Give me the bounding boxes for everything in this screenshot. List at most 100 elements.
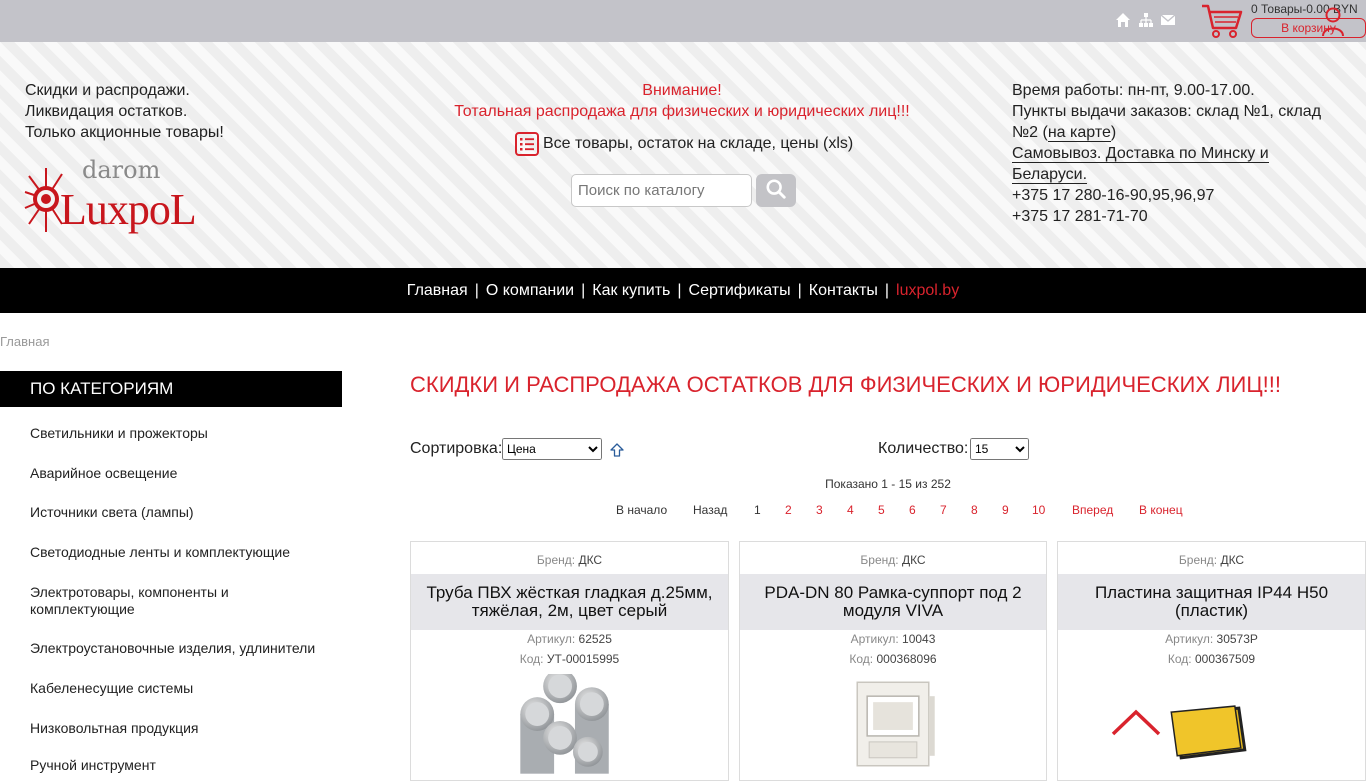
pager-first[interactable]: В начало <box>616 503 667 517</box>
product-card[interactable]: Бренд: ДКС PDA-DN 80 Рамка-суппорт под 2… <box>739 541 1047 781</box>
nav-certificates[interactable]: Сертификаты <box>682 282 798 300</box>
category-item[interactable]: Светильники и прожекторы <box>30 425 208 442</box>
user-icon[interactable] <box>1320 4 1346 38</box>
product-article: Артикул: 30573P <box>1058 632 1365 646</box>
nav-home[interactable]: Главная <box>400 282 475 300</box>
pager-page[interactable]: 7 <box>940 503 947 517</box>
code-value: 000367509 <box>1195 652 1256 666</box>
code-label: Код: <box>519 652 544 666</box>
pager-page[interactable]: 9 <box>1002 503 1009 517</box>
article-label: Артикул: <box>527 632 576 646</box>
product-article: Артикул: 10043 <box>740 632 1046 646</box>
contacts-block: Время работы: пн-пт, 9.00-17.00. Пункты … <box>1012 80 1342 227</box>
code-label: Код: <box>849 652 874 666</box>
protective-plate-image[interactable] <box>1058 674 1365 774</box>
attention-title: Внимание! <box>642 82 722 99</box>
brand-label: Бренд: <box>536 553 576 567</box>
pager-page[interactable]: 3 <box>816 503 823 517</box>
category-item[interactable]: Источники света (лампы) <box>30 504 194 521</box>
brand-value: ДКС <box>901 553 926 567</box>
product-name[interactable]: PDA-DN 80 Рамка-суппорт под 2 модуля VIV… <box>740 574 1046 630</box>
pickup-points: Пункты выдачи заказов: склад №1, склад №… <box>1012 101 1342 143</box>
product-brand: Бренд: ДКС <box>411 553 728 567</box>
cart-icon[interactable] <box>1200 2 1244 40</box>
pager-page[interactable]: 4 <box>847 503 854 517</box>
to-cart-button[interactable]: В корзину <box>1251 18 1366 38</box>
catalog-search-input[interactable] <box>571 174 752 207</box>
category-item[interactable]: Электроустановочные изделия, удлинители <box>30 640 315 657</box>
search-icon <box>766 179 786 199</box>
site-logo[interactable]: darom LuxpoL <box>24 156 199 242</box>
search-button[interactable] <box>756 174 796 207</box>
phone-1: +375 17 280-16-90,95,96,97 <box>1012 187 1215 204</box>
pager-page[interactable]: 5 <box>878 503 885 517</box>
category-item[interactable]: Светодиодные ленты и комплектующие <box>30 544 290 561</box>
promo-line: Только акционные товары! <box>25 124 224 141</box>
nav-contacts[interactable]: Контакты <box>802 282 885 300</box>
article-label: Артикул: <box>1165 632 1214 646</box>
pager-current-page: 1 <box>754 503 761 517</box>
map-link[interactable]: на карте <box>1047 124 1111 142</box>
category-item[interactable]: Низковольтная продукция <box>30 720 199 737</box>
phone-2: +375 17 281-71-70 <box>1012 208 1148 225</box>
attention-text: Тотальная распродажа для физических и юр… <box>454 103 910 120</box>
product-card[interactable]: Бренд: ДКС Труба ПВХ жёсткая гладкая д.2… <box>410 541 729 781</box>
pager-page[interactable]: 10 <box>1032 503 1045 517</box>
brand-value: ДКС <box>578 553 603 567</box>
logo-top-text: darom <box>82 156 161 184</box>
pickup-suffix: ) <box>1110 124 1117 141</box>
pager-next[interactable]: Вперед <box>1072 503 1113 517</box>
sitemap-icon[interactable] <box>1138 12 1154 28</box>
page-title: СКИДКИ И РАСПРОДАЖА ОСТАТКОВ ДЛЯ ФИЗИЧЕС… <box>410 372 1281 397</box>
product-code: Код: УТ-00015995 <box>411 652 728 666</box>
product-name[interactable]: Труба ПВХ жёсткая гладкая д.25мм, тяжёла… <box>411 574 728 630</box>
article-value: 30573P <box>1216 632 1258 646</box>
nav-how-to-buy[interactable]: Как купить <box>585 282 677 300</box>
product-brand: Бренд: ДКС <box>1058 553 1365 567</box>
site-header: Скидки и распродажи. Ликвидация остатков… <box>0 42 1366 268</box>
sort-direction-icon[interactable] <box>609 442 625 458</box>
code-value: 000368096 <box>876 652 937 666</box>
category-item[interactable]: Аварийное освещение <box>30 465 177 482</box>
code-label: Код: <box>1167 652 1192 666</box>
pager-page[interactable]: 8 <box>971 503 978 517</box>
logo-main-text: LuxpoL <box>60 185 197 234</box>
promo-line: Ликвидация остатков. <box>25 103 188 120</box>
category-item[interactable]: Электротовары, компоненты и комплектующи… <box>30 584 260 618</box>
brand-value: ДКС <box>1220 553 1245 567</box>
category-item[interactable]: Кабеленесущие системы <box>30 680 193 697</box>
results-count: Показано 1 - 15 из 252 <box>825 477 951 491</box>
top-bar: 0 Товары-0.00 BYN В корзину <box>0 0 1366 42</box>
promo-text: Скидки и распродажи. Ликвидация остатков… <box>25 80 224 143</box>
product-code: Код: 000368096 <box>740 652 1046 666</box>
nav-about[interactable]: О компании <box>479 282 581 300</box>
list-icon <box>515 132 539 156</box>
mail-icon[interactable] <box>1160 12 1176 28</box>
attention-block: Внимание! Тотальная распродажа для физич… <box>382 80 982 122</box>
quantity-label: Количество: <box>878 440 969 457</box>
category-item[interactable]: Ручной инструмент <box>30 757 156 774</box>
nav-luxpol-site[interactable]: luxpol.by <box>889 282 966 300</box>
price-list-link[interactable]: Все товары, остаток на складе, цены (xls… <box>515 132 853 156</box>
product-name[interactable]: Пластина защитная IP44 H50 (пластик) <box>1058 574 1365 630</box>
breadcrumb[interactable]: Главная <box>0 334 49 349</box>
pager-prev[interactable]: Назад <box>693 503 727 517</box>
pager-page[interactable]: 6 <box>909 503 916 517</box>
quantity-select[interactable]: 15 <box>970 438 1029 460</box>
pager-page[interactable]: 2 <box>785 503 792 517</box>
pager-last[interactable]: В конец <box>1139 503 1183 517</box>
categories-title: ПО КАТЕГОРИЯМ <box>0 371 342 407</box>
product-brand: Бренд: ДКС <box>740 553 1046 567</box>
article-value: 62525 <box>578 632 612 646</box>
product-card[interactable]: Бренд: ДКС Пластина защитная IP44 H50 (п… <box>1057 541 1366 781</box>
scroll-to-top-icon[interactable] <box>1110 708 1162 738</box>
sort-select[interactable]: Цена <box>502 438 602 460</box>
article-value: 10043 <box>902 632 936 646</box>
support-frame-image[interactable] <box>740 674 1046 774</box>
home-icon[interactable] <box>1115 12 1131 28</box>
main-nav: Главная | О компании | Как купить | Сертифи… <box>0 268 1366 313</box>
delivery-link[interactable]: Самовывоз. Доставка по Минску и Беларуси… <box>1012 145 1269 184</box>
sort-label: Сортировка: <box>410 440 503 457</box>
code-value: УТ-00015995 <box>546 652 620 666</box>
pvc-pipe-image[interactable] <box>411 674 728 774</box>
